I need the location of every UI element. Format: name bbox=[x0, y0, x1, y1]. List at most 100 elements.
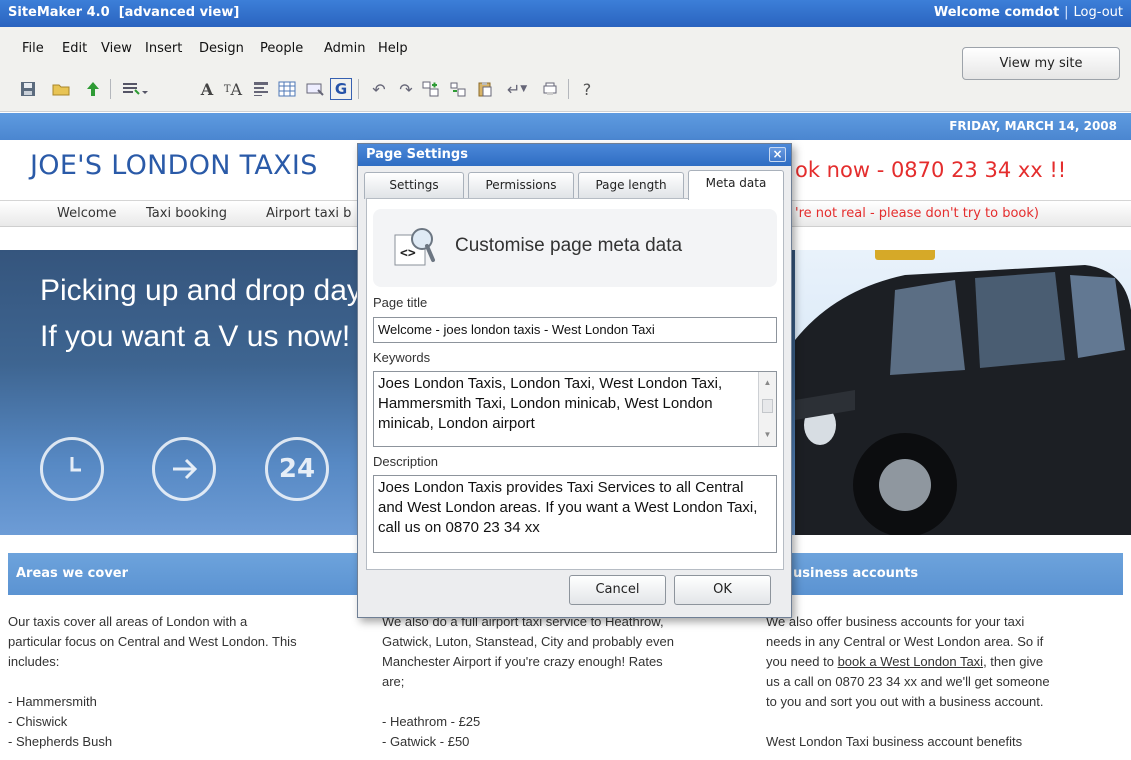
text-line: - Gatwick - £50 bbox=[382, 734, 470, 749]
nav-notice: 're not real - please don't try to book) bbox=[795, 206, 1039, 221]
text-line: includes: bbox=[8, 654, 60, 669]
move-icon[interactable] bbox=[447, 78, 469, 100]
welcome-text: Welcome comdot bbox=[933, 5, 1060, 20]
description-label: Description bbox=[373, 454, 439, 469]
tab-settings[interactable]: Settings bbox=[364, 172, 464, 199]
up-arrow-icon[interactable] bbox=[82, 78, 104, 100]
section-text-business: We also offer business accounts for your… bbox=[766, 612, 1126, 752]
clock-icon bbox=[40, 437, 104, 501]
list-icon[interactable] bbox=[121, 78, 157, 100]
menu-design[interactable]: Design bbox=[199, 41, 244, 56]
toolbar-separator bbox=[568, 79, 569, 99]
link-suffix: , then give bbox=[983, 654, 1044, 669]
ok-button[interactable]: OK bbox=[674, 575, 771, 605]
paste-icon[interactable] bbox=[474, 78, 496, 100]
section-bar-business: usiness accounts bbox=[763, 553, 1123, 595]
menu-people[interactable]: People bbox=[260, 41, 303, 56]
text-line: needs in any Central or West London area… bbox=[766, 634, 1044, 649]
text-line: West London Taxi business account benefi… bbox=[766, 734, 1023, 749]
text-line: us a call on 0870 23 34 xx and we'll get… bbox=[766, 674, 1050, 689]
keywords-label: Keywords bbox=[373, 350, 431, 365]
text-line: are; bbox=[382, 674, 405, 689]
text-line: Our taxis cover all areas of London with… bbox=[8, 614, 248, 629]
text-line: to you and sort you out with a business … bbox=[766, 694, 1044, 709]
keywords-textarea[interactable]: Joes London Taxis, London Taxi, West Lon… bbox=[373, 371, 777, 447]
meta-data-panel: <> Customise page meta data Page title W… bbox=[366, 198, 784, 570]
text-line: We also offer business accounts for your… bbox=[766, 614, 1025, 629]
align-icon[interactable] bbox=[250, 78, 272, 100]
app-title: SiteMaker 4.0 [advanced view] bbox=[8, 5, 240, 20]
menu-admin[interactable]: Admin bbox=[324, 41, 365, 56]
svg-text:<>: <> bbox=[400, 246, 416, 261]
insert-icon[interactable] bbox=[420, 78, 442, 100]
book-taxi-link[interactable]: book a West London Taxi bbox=[838, 654, 984, 669]
toolbar-separator bbox=[358, 79, 359, 99]
menu-insert[interactable]: Insert bbox=[145, 41, 182, 56]
nav-taxi-booking[interactable]: Taxi booking bbox=[146, 206, 227, 221]
site-logo: JOE'S LONDON TAXIS bbox=[30, 150, 318, 181]
return-icon[interactable]: ↵ ▼ bbox=[500, 78, 534, 100]
section-title-business: usiness accounts bbox=[793, 566, 919, 581]
site-phone: ok now - 0870 23 34 xx !! bbox=[795, 158, 1067, 182]
text-line: - Chiswick bbox=[8, 714, 68, 729]
dialog-tabs: Settings Permissions Page length Meta da… bbox=[358, 170, 791, 200]
app-title-bar: SiteMaker 4.0 [advanced view] Welcome co… bbox=[0, 0, 1131, 27]
menu-view[interactable]: View bbox=[101, 41, 132, 56]
view-my-site-button[interactable]: View my site bbox=[962, 47, 1120, 80]
page-title-input[interactable]: Welcome - joes london taxis - West Londo… bbox=[373, 317, 777, 343]
text-line: particular focus on Central and West Lon… bbox=[8, 634, 297, 649]
dialog-title: Page Settings bbox=[366, 147, 468, 162]
arrow-right-icon bbox=[152, 437, 216, 501]
title-separator: | bbox=[1064, 5, 1069, 20]
help-icon[interactable]: ? bbox=[576, 78, 598, 100]
date-band: FRIDAY, MARCH 14, 2008 bbox=[0, 113, 1131, 140]
google-icon[interactable]: G bbox=[330, 78, 352, 100]
keywords-text: Joes London Taxis, London Taxi, West Lon… bbox=[378, 375, 723, 432]
page-settings-dialog: Page Settings × Settings Permissions Pag… bbox=[357, 143, 792, 618]
cancel-button[interactable]: Cancel bbox=[569, 575, 666, 605]
font-icon[interactable]: A bbox=[196, 78, 218, 100]
menu-edit[interactable]: Edit bbox=[62, 41, 87, 56]
section-text-areas: Our taxis cover all areas of London with… bbox=[8, 612, 378, 752]
dialog-title-bar[interactable]: Page Settings × bbox=[358, 144, 791, 166]
nav-welcome[interactable]: Welcome bbox=[57, 206, 116, 221]
hero-text: Picking up and drop day. If you want a V… bbox=[40, 274, 368, 353]
table-icon[interactable] bbox=[276, 78, 298, 100]
text-line-with-link: you need to book a West London Taxi, the… bbox=[766, 652, 1126, 672]
date-text: FRIDAY, MARCH 14, 2008 bbox=[949, 119, 1117, 133]
logout-link[interactable]: Log-out bbox=[1074, 5, 1123, 20]
open-folder-icon[interactable] bbox=[50, 78, 72, 100]
form-icon[interactable] bbox=[304, 78, 326, 100]
user-area: Welcome comdot | Log-out bbox=[934, 5, 1123, 20]
keywords-scrollbar[interactable]: ▲ ▼ bbox=[758, 372, 776, 446]
section-bar-areas: Areas we cover bbox=[8, 553, 372, 595]
section-title-areas: Areas we cover bbox=[16, 566, 129, 581]
text-line: - Hammersmith bbox=[8, 694, 97, 709]
scroll-thumb[interactable] bbox=[762, 399, 773, 413]
menu-help[interactable]: Help bbox=[378, 41, 408, 56]
text-line: Gatwick, Luton, Stanstead, City and prob… bbox=[382, 634, 674, 649]
redo-icon[interactable]: ↷ bbox=[395, 78, 417, 100]
save-icon[interactable] bbox=[17, 78, 39, 100]
print-icon[interactable] bbox=[539, 78, 561, 100]
tab-page-length[interactable]: Page length bbox=[578, 172, 684, 199]
section-text-airports: We also do a full airport taxi service t… bbox=[382, 612, 760, 752]
tab-meta-data[interactable]: Meta data bbox=[688, 170, 784, 200]
meta-code-magnifier-icon: <> bbox=[393, 225, 437, 271]
close-icon[interactable]: × bbox=[769, 147, 786, 162]
undo-icon[interactable]: ↶ bbox=[368, 78, 390, 100]
scroll-up-icon[interactable]: ▲ bbox=[761, 376, 774, 390]
toolbar-separator bbox=[110, 79, 111, 99]
font-size-icon[interactable]: TA bbox=[222, 78, 244, 100]
meta-header-title: Customise page meta data bbox=[455, 235, 683, 256]
text-line: - Heathrom - £25 bbox=[382, 714, 481, 729]
tab-permissions[interactable]: Permissions bbox=[468, 172, 574, 199]
menu-file[interactable]: File bbox=[22, 41, 44, 56]
description-textarea[interactable]: Joes London Taxis provides Taxi Services… bbox=[373, 475, 777, 553]
text-line: Manchester Airport if you're crazy enoug… bbox=[382, 654, 663, 669]
nav-airport-taxi[interactable]: Airport taxi b bbox=[266, 206, 351, 221]
taxi-image bbox=[795, 250, 1131, 535]
text-line: - Shepherds Bush bbox=[8, 734, 113, 749]
link-prefix: you need to bbox=[766, 654, 838, 669]
scroll-down-icon[interactable]: ▼ bbox=[761, 428, 774, 442]
